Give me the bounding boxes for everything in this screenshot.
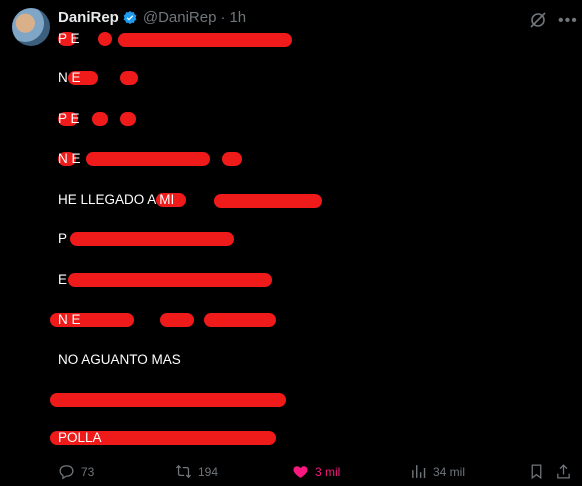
bookmark-icon[interactable] — [528, 463, 545, 480]
more-icon[interactable]: ••• — [558, 12, 578, 30]
post-line: N E — [58, 69, 138, 87]
views-count: 34 mil — [433, 464, 466, 479]
post-line-text: N E — [58, 312, 81, 327]
redaction-mark — [50, 393, 286, 407]
post-line: P — [58, 230, 234, 248]
verified-badge-icon — [122, 10, 138, 26]
repost-button[interactable]: 194 — [175, 463, 218, 480]
redaction-mark — [214, 194, 322, 208]
post-line: N E — [58, 150, 242, 168]
grok-icon[interactable] — [528, 10, 548, 30]
post-line: E — [58, 271, 272, 289]
reply-icon — [59, 465, 74, 480]
like-count: 3 mil — [315, 464, 341, 479]
post-line-text: N E — [58, 70, 81, 85]
author-handle[interactable]: @DaniRep — [143, 9, 217, 26]
post-line-text: POLLA — [58, 430, 102, 445]
redaction-mark — [70, 232, 234, 246]
redaction-mark — [98, 32, 112, 46]
redaction-mark — [86, 152, 210, 166]
post-line: HE LLEGADO A MI — [58, 191, 322, 209]
author-name[interactable]: DaniRep — [58, 9, 119, 26]
post-line-text: E — [58, 272, 68, 287]
repost-icon — [175, 464, 192, 479]
redaction-mark — [222, 152, 242, 166]
reply-count: 73 — [81, 464, 95, 479]
post-line: P E — [58, 110, 136, 128]
post-time[interactable]: 1h — [229, 9, 246, 26]
redaction-mark — [68, 273, 272, 287]
repost-count: 194 — [198, 464, 219, 479]
redaction-mark — [118, 33, 292, 47]
redaction-mark — [92, 112, 108, 126]
post-line-text: HE LLEGADO A MI — [58, 192, 175, 207]
action-bar: 73 194 3 mil 34 mil — [0, 458, 582, 482]
post-line-text: P E — [58, 31, 80, 46]
post-line-text: NO AGUANTO MAS — [58, 352, 181, 367]
redaction-mark — [120, 112, 136, 126]
share-icon[interactable] — [555, 463, 572, 480]
post-line: P E — [58, 30, 292, 48]
post-line: N E — [50, 311, 276, 329]
views-icon — [412, 465, 426, 478]
post-line: NO AGUANTO MAS — [58, 351, 181, 369]
views-button[interactable]: 34 mil — [410, 463, 465, 480]
post-line-text: P — [58, 231, 68, 246]
post-line-text: N E — [58, 151, 81, 166]
redaction-mark — [120, 71, 138, 85]
post-line: POLLA — [50, 429, 276, 447]
separator-dot: · — [220, 9, 226, 26]
reply-button[interactable]: 73 — [58, 463, 94, 480]
post-line-text: P E — [58, 111, 80, 126]
like-button[interactable]: 3 mil — [292, 463, 340, 480]
avatar[interactable] — [12, 8, 50, 46]
post-header: DaniRep @DaniRep · 1h — [58, 9, 246, 26]
heart-icon — [293, 466, 308, 478]
redaction-mark — [204, 313, 276, 327]
redaction-mark — [160, 313, 194, 327]
